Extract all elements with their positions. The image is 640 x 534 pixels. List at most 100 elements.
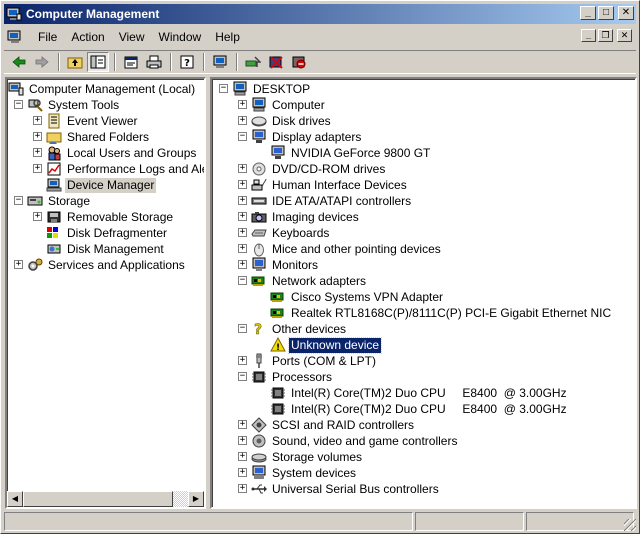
expand-toggle[interactable]: + [33,148,42,157]
device-node-network-adapters[interactable]: Network adapters [251,273,368,289]
expand-toggle[interactable]: + [33,116,42,125]
up-one-level-button[interactable] [64,52,86,72]
child-minimize-button[interactable]: _ [581,29,596,42]
console-node-disk-defragmenter[interactable]: Disk Defragmenter [46,225,169,241]
device-node-dvd-cd-rom-drives[interactable]: DVD/CD-ROM drives [251,161,387,177]
device-node-ports-com-lpt[interactable]: Ports (COM & LPT) [251,353,378,369]
expand-toggle[interactable]: + [238,244,247,253]
device-node-keyboards[interactable]: Keyboards [251,225,331,241]
expand-toggle[interactable]: + [238,100,247,109]
device-node-processors[interactable]: Processors [251,369,334,385]
device-tree-pane[interactable]: − DESKTOP + Computer + Disk drives − Display ad… [210,77,637,509]
device-node-desktop[interactable]: DESKTOP [232,81,312,97]
horizontal-scrollbar[interactable]: ◀ ▶ [7,491,204,507]
console-node-performance-logs-and-alerts[interactable]: Performance Logs and Alerts [46,161,204,177]
collapse-toggle[interactable]: − [238,132,247,141]
console-node-services-and-applications[interactable]: Services and Applications [27,257,187,273]
device-node-system-devices[interactable]: System devices [251,465,358,481]
collapse-toggle[interactable]: − [14,100,23,109]
expand-toggle[interactable]: + [238,164,247,173]
menu-view[interactable]: View [112,28,152,46]
console-node-computer-management-local[interactable]: Computer Management (Local) [8,81,197,97]
scroll-right-button[interactable]: ▶ [188,491,204,507]
menu-window[interactable]: Window [152,28,209,46]
device-node-monitors[interactable]: Monitors [251,257,320,273]
device-node-cisco-systems-vpn-adapter[interactable]: Cisco Systems VPN Adapter [270,289,445,305]
expand-toggle[interactable]: + [238,356,247,365]
collapse-toggle[interactable]: − [238,276,247,285]
resize-grip[interactable] [624,519,636,531]
expand-toggle[interactable]: + [238,436,247,445]
menu-file[interactable]: File [31,28,64,46]
device-node-universal-serial-bus-controllers[interactable]: Universal Serial Bus controllers [251,481,441,497]
expand-toggle[interactable]: + [33,132,42,141]
properties-button[interactable] [120,52,142,72]
child-close-button[interactable]: ✕ [617,29,632,42]
console-tree-pane[interactable]: Computer Management (Local) − System Tools… [5,77,206,509]
scrollbar-thumb[interactable] [23,491,173,507]
computer-button[interactable] [209,52,231,72]
expand-toggle[interactable]: + [238,452,247,461]
console-node-device-manager[interactable]: Device Manager [46,177,157,193]
menu-help[interactable]: Help [208,28,247,46]
collapse-toggle[interactable]: − [238,372,247,381]
child-restore-button[interactable]: ❐ [598,29,613,42]
expand-toggle[interactable]: + [238,484,247,493]
device-node-human-interface-devices[interactable]: Human Interface Devices [251,177,409,193]
scroll-left-button[interactable]: ◀ [7,491,23,507]
maximize-button[interactable]: □ [598,6,614,20]
console-node-disk-management[interactable]: Disk Management [46,241,166,257]
device-node-storage-volumes[interactable]: Storage volumes [251,449,364,465]
device-node-imaging-devices[interactable]: Imaging devices [251,209,361,225]
scan-hardware-button[interactable] [242,52,264,72]
device-node-ide-ata-atapi-controllers[interactable]: IDE ATA/ATAPI controllers [251,193,413,209]
device-node-display-adapters[interactable]: Display adapters [251,129,363,145]
uninstall-button[interactable] [265,52,287,72]
console-node-storage[interactable]: Storage [27,193,92,209]
network-card-icon [251,276,265,286]
title-bar[interactable]: Computer Management _ □ ✕ [4,4,636,24]
minimize-button[interactable]: _ [580,6,596,20]
device-node-realtek-rtl8168c-p-8111c-p-pci-e-gigabit-ethernet-nic[interactable]: Realtek RTL8168C(P)/8111C(P) PCI-E Gigab… [270,305,613,321]
device-node-unknown-device[interactable]: ! Unknown device [270,336,383,354]
print-button[interactable] [143,52,165,72]
expand-toggle[interactable]: + [238,116,247,125]
collapse-toggle[interactable]: − [238,324,247,333]
expand-toggle[interactable]: + [14,260,23,269]
console-node-event-viewer[interactable]: Event Viewer [46,113,139,129]
computer-icon [233,81,247,96]
device-node-sound-video-and-game-controllers[interactable]: Sound, video and game controllers [251,433,459,449]
expand-toggle[interactable]: + [238,228,247,237]
console-doc-icon[interactable] [7,29,23,45]
expand-toggle[interactable]: + [238,468,247,477]
expand-toggle[interactable]: + [238,260,247,269]
device-node-intel-r-core-tm-2-duo-cpu-e8400-3-00ghz[interactable]: Intel(R) Core(TM)2 Duo CPU E8400 @ 3.00G… [270,385,569,401]
console-node-local-users-and-groups[interactable]: Local Users and Groups [46,145,198,161]
disable-button[interactable] [288,52,310,72]
console-node-system-tools[interactable]: System Tools [27,97,121,113]
expand-toggle[interactable]: + [33,164,42,173]
collapse-toggle[interactable]: − [14,196,23,205]
expand-toggle[interactable]: + [238,180,247,189]
console-node-removable-storage[interactable]: Removable Storage [46,209,175,225]
show-hide-tree-button[interactable] [87,52,109,72]
expand-toggle[interactable]: + [238,420,247,429]
device-node-computer[interactable]: Computer [251,97,327,113]
back-button[interactable] [8,52,30,72]
device-node-intel-r-core-tm-2-duo-cpu-e8400-3-00ghz[interactable]: Intel(R) Core(TM)2 Duo CPU E8400 @ 3.00G… [270,401,569,417]
close-button[interactable]: ✕ [618,6,634,20]
expand-toggle[interactable]: + [238,196,247,205]
collapse-toggle[interactable]: − [219,84,228,93]
console-node-shared-folders[interactable]: Shared Folders [46,129,151,145]
device-node-other-devices[interactable]: ? Other devices [251,321,348,338]
menu-action[interactable]: Action [64,28,111,46]
expand-toggle[interactable]: + [238,212,247,221]
expand-toggle[interactable]: + [33,212,42,221]
device-node-scsi-and-raid-controllers[interactable]: SCSI and RAID controllers [251,417,416,433]
scrollbar-track[interactable] [23,491,188,507]
forward-button[interactable] [31,52,53,72]
device-node-disk-drives[interactable]: Disk drives [251,113,333,129]
device-node-nvidia-geforce-9800-gt[interactable]: NVIDIA GeForce 9800 GT [270,145,432,161]
device-node-mice-and-other-pointing-devices[interactable]: Mice and other pointing devices [251,241,443,257]
help-button[interactable]: ? [176,52,198,72]
